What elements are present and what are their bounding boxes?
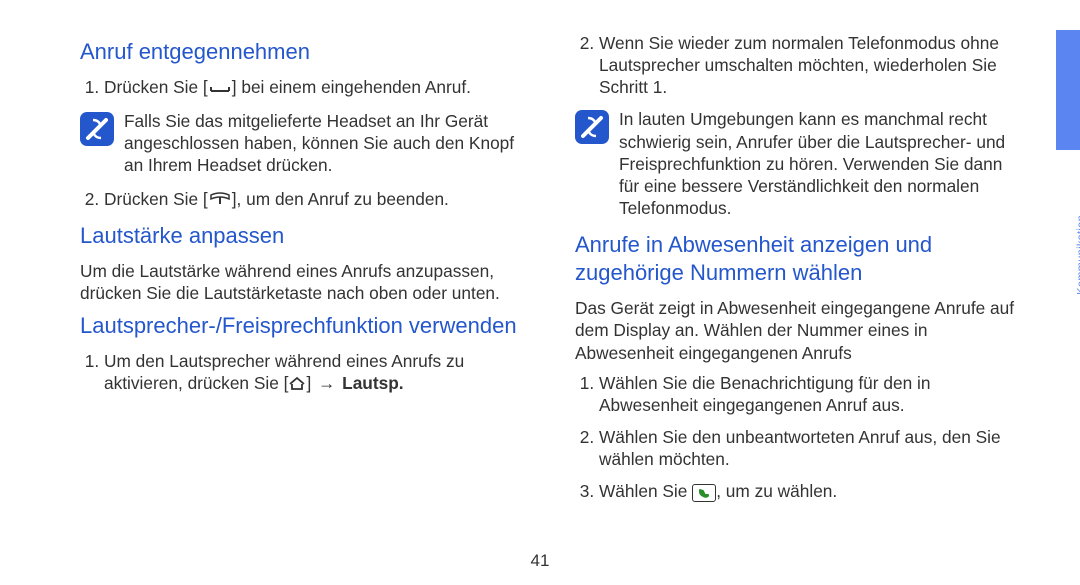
send-key-icon: [208, 77, 232, 99]
side-tab-marker: [1056, 30, 1080, 150]
heading-missed-calls: Anrufe in Abwesenheit anzeigen und zugeh…: [575, 231, 1020, 287]
note-text: In lauten Umgebungen kann es manchmal re…: [619, 108, 1020, 219]
step: Drücken Sie [], um den Anruf zu beenden.: [104, 188, 525, 212]
answer-call-steps-2: Drücken Sie [], um den Anruf zu beenden.: [80, 188, 525, 212]
note-icon: [80, 112, 114, 146]
step: Wählen Sie , um zu wählen.: [599, 480, 1020, 502]
heading-volume: Lautstärke anpassen: [80, 222, 525, 250]
missed-calls-steps: Wählen Sie die Benachrichtigung für den …: [575, 372, 1020, 503]
answer-call-steps: Drücken Sie [] bei einem eingehenden Anr…: [80, 76, 525, 100]
note-icon: [575, 110, 609, 144]
menu-lautsp: Lautsp.: [342, 373, 403, 393]
step: Wählen Sie den unbeantworteten Anruf aus…: [599, 426, 1020, 470]
heading-speaker: Lautsprecher-/Freisprechfunktion verwend…: [80, 312, 525, 340]
volume-text: Um die Lautstärke während eines Anrufs a…: [80, 260, 525, 304]
missed-calls-intro: Das Gerät zeigt in Abwesenheit eingegang…: [575, 297, 1020, 363]
right-column: Wenn Sie wieder zum normalen Telefonmodu…: [575, 28, 1020, 585]
page-number: 41: [531, 551, 550, 571]
step: Wählen Sie die Benachrichtigung für den …: [599, 372, 1020, 416]
note-loud-env: In lauten Umgebungen kann es manchmal re…: [575, 108, 1020, 219]
home-key-icon: [288, 373, 306, 395]
note-headset: Falls Sie das mitgelieferte Headset an I…: [80, 110, 525, 176]
note-text: Falls Sie das mitgelieferte Headset an I…: [124, 110, 525, 176]
step: Wenn Sie wieder zum normalen Telefonmodu…: [599, 32, 1020, 98]
step: Drücken Sie [] bei einem eingehenden Anr…: [104, 76, 525, 100]
side-tab-label: Kommunikation: [1076, 215, 1080, 295]
left-column: Anruf entgegennehmen Drücken Sie [] bei …: [80, 28, 525, 585]
arrow-icon: →: [318, 373, 335, 393]
dial-button-icon: [692, 484, 716, 502]
speaker-steps-cont: Wenn Sie wieder zum normalen Telefonmodu…: [575, 32, 1020, 98]
side-tab: Kommunikation: [1056, 0, 1080, 585]
step: Um den Lautsprecher während eines Anrufs…: [104, 350, 525, 396]
speaker-steps: Um den Lautsprecher während eines Anrufs…: [80, 350, 525, 396]
heading-answer-call: Anruf entgegennehmen: [80, 38, 525, 66]
manual-page: Anruf entgegennehmen Drücken Sie [] bei …: [0, 0, 1080, 585]
end-key-icon: [208, 188, 232, 210]
